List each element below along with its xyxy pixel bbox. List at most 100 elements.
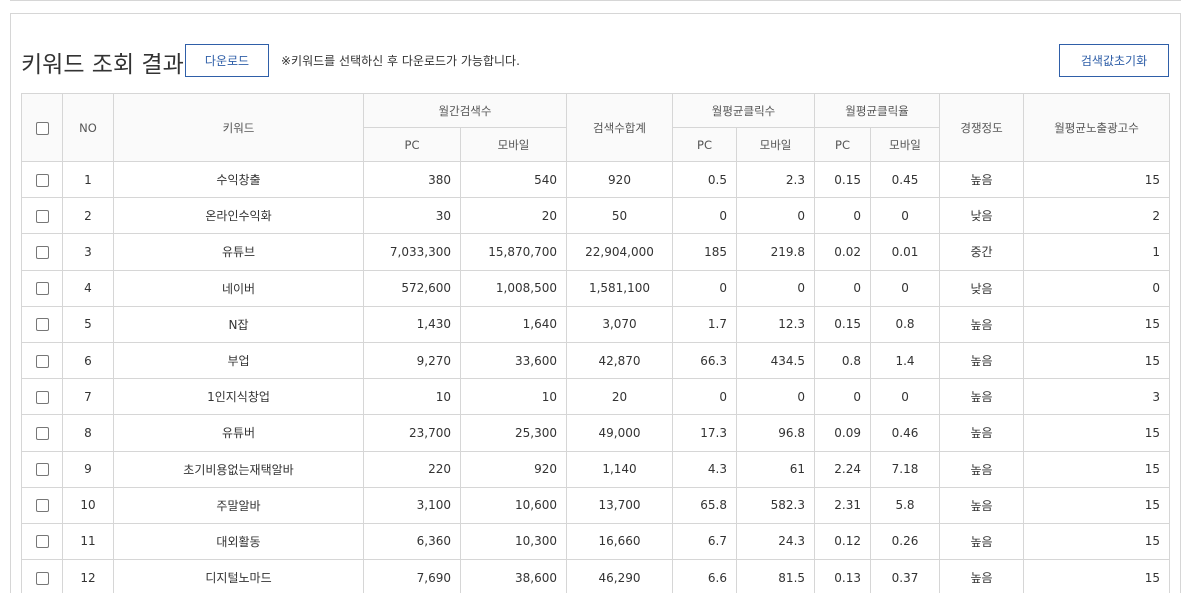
row-select-cell <box>21 341 63 380</box>
row-no: 9 <box>62 450 114 488</box>
table-row: 1 수익창출 380 540 920 0.5 2.3 0.15 0.45 높음 15 <box>21 160 1171 199</box>
keyword-table: NO 키워드 월간검색수 검색수합계 월평균클릭수 월평균클릭율 경쟁정도 월평… <box>21 93 1171 593</box>
row-ctr-pc: 0 <box>814 378 872 416</box>
row-click-mobile: 0 <box>735 197 816 235</box>
row-no: 5 <box>62 305 114 343</box>
row-no: 12 <box>62 559 114 593</box>
header-search-pc: PC <box>363 127 461 162</box>
row-search-total: 49,000 <box>566 414 673 452</box>
row-checkbox[interactable] <box>35 209 49 223</box>
row-search-total: 46,290 <box>566 559 673 593</box>
row-select-cell <box>21 197 63 235</box>
row-search-pc: 7,033,300 <box>363 233 461 271</box>
row-keyword: 주말알바 <box>113 486 364 524</box>
row-checkbox[interactable] <box>35 499 49 513</box>
row-checkbox[interactable] <box>35 463 49 477</box>
row-search-pc: 23,700 <box>363 414 461 452</box>
row-click-mobile: 0 <box>735 269 816 307</box>
row-checkbox[interactable] <box>35 426 49 440</box>
row-ctr-pc: 0.15 <box>814 305 872 343</box>
row-checkbox[interactable] <box>35 318 49 332</box>
row-no: 6 <box>62 341 114 380</box>
row-ctr-mobile: 0.01 <box>870 233 941 271</box>
row-ad-count: 3 <box>1023 378 1171 416</box>
table-row: 8 유튜버 23,700 25,300 49,000 17.3 96.8 0.09 0.46 높음… <box>21 414 1171 452</box>
row-ctr-mobile: 0.26 <box>870 522 941 561</box>
table-row: 2 온라인수익화 30 20 50 0 0 0 0 낮음 2 <box>21 197 1171 235</box>
row-competition: 낮음 <box>939 269 1025 307</box>
row-click-mobile: 219.8 <box>735 233 816 271</box>
row-select-cell <box>21 378 63 416</box>
row-keyword: 수익창출 <box>113 160 364 199</box>
row-ad-count: 15 <box>1023 559 1171 593</box>
row-competition: 높음 <box>939 486 1025 524</box>
row-click-pc: 1.7 <box>672 305 737 343</box>
row-select-cell <box>21 305 63 343</box>
row-no: 10 <box>62 486 114 524</box>
row-search-pc: 1,430 <box>363 305 461 343</box>
select-all-checkbox[interactable] <box>35 121 49 135</box>
row-click-pc: 6.7 <box>672 522 737 561</box>
row-ctr-pc: 0.02 <box>814 233 872 271</box>
row-search-total: 13,700 <box>566 486 673 524</box>
row-checkbox[interactable] <box>35 245 49 259</box>
row-competition: 높음 <box>939 341 1025 380</box>
row-search-pc: 220 <box>363 450 461 488</box>
reset-search-button[interactable]: 검색값초기화 <box>1059 44 1169 77</box>
row-search-total: 50 <box>566 197 673 235</box>
row-keyword: 부업 <box>113 341 364 380</box>
row-checkbox[interactable] <box>35 354 49 368</box>
row-search-pc: 3,100 <box>363 486 461 524</box>
row-search-pc: 30 <box>363 197 461 235</box>
row-click-mobile: 12.3 <box>735 305 816 343</box>
row-keyword: 대외활동 <box>113 522 364 561</box>
row-search-mobile: 38,600 <box>460 559 567 593</box>
row-search-mobile: 10 <box>460 378 567 416</box>
row-ctr-pc: 0.15 <box>814 160 872 199</box>
header-avg-ad-count: 월평균노출광고수 <box>1023 93 1171 162</box>
row-keyword: 유튜브 <box>113 233 364 271</box>
row-ctr-mobile: 0 <box>870 269 941 307</box>
row-checkbox[interactable] <box>35 390 49 404</box>
row-checkbox[interactable] <box>35 571 49 585</box>
keyword-table-body: 1 수익창출 380 540 920 0.5 2.3 0.15 0.45 높음 15 2 온라인수익화 3… <box>21 160 1171 593</box>
row-keyword: 초기비용없는재택알바 <box>113 450 364 488</box>
row-ad-count: 15 <box>1023 414 1171 452</box>
row-search-total: 1,140 <box>566 450 673 488</box>
header-avg-ctr: 월평균클릭율 <box>814 93 941 128</box>
row-no: 3 <box>62 233 114 271</box>
table-row: 7 1인지식창업 10 10 20 0 0 0 0 높음 3 <box>21 378 1171 416</box>
row-ctr-mobile: 5.8 <box>870 486 941 524</box>
download-notice: ※키워드를 선택하신 후 다운로드가 가능합니다. <box>281 54 520 68</box>
row-click-mobile: 96.8 <box>735 414 816 452</box>
row-checkbox[interactable] <box>35 282 49 296</box>
row-checkbox[interactable] <box>35 535 49 549</box>
row-search-mobile: 25,300 <box>460 414 567 452</box>
row-competition: 높음 <box>939 450 1025 488</box>
row-search-total: 20 <box>566 378 673 416</box>
download-button[interactable]: 다운로드 <box>185 44 269 77</box>
table-row: 12 디지털노마드 7,690 38,600 46,290 6.6 81.5 0.13 0.37… <box>21 559 1171 593</box>
row-search-mobile: 33,600 <box>460 341 567 380</box>
row-select-cell <box>21 269 63 307</box>
table-row: 5 N잡 1,430 1,640 3,070 1.7 12.3 0.15 0.8 높음 15 <box>21 305 1171 343</box>
header-monthly-search: 월간검색수 <box>363 93 567 128</box>
row-keyword: N잡 <box>113 305 364 343</box>
row-search-pc: 572,600 <box>363 269 461 307</box>
row-no: 1 <box>62 160 114 199</box>
row-search-total: 1,581,100 <box>566 269 673 307</box>
row-search-pc: 380 <box>363 160 461 199</box>
row-select-cell <box>21 450 63 488</box>
row-competition: 중간 <box>939 233 1025 271</box>
row-checkbox[interactable] <box>35 173 49 187</box>
row-ctr-mobile: 7.18 <box>870 450 941 488</box>
row-ctr-mobile: 0 <box>870 197 941 235</box>
row-ctr-mobile: 0 <box>870 378 941 416</box>
row-keyword: 유튜버 <box>113 414 364 452</box>
row-keyword: 1인지식창업 <box>113 378 364 416</box>
row-click-pc: 0 <box>672 269 737 307</box>
row-no: 2 <box>62 197 114 235</box>
row-search-total: 22,904,000 <box>566 233 673 271</box>
row-select-cell <box>21 486 63 524</box>
row-ad-count: 15 <box>1023 486 1171 524</box>
